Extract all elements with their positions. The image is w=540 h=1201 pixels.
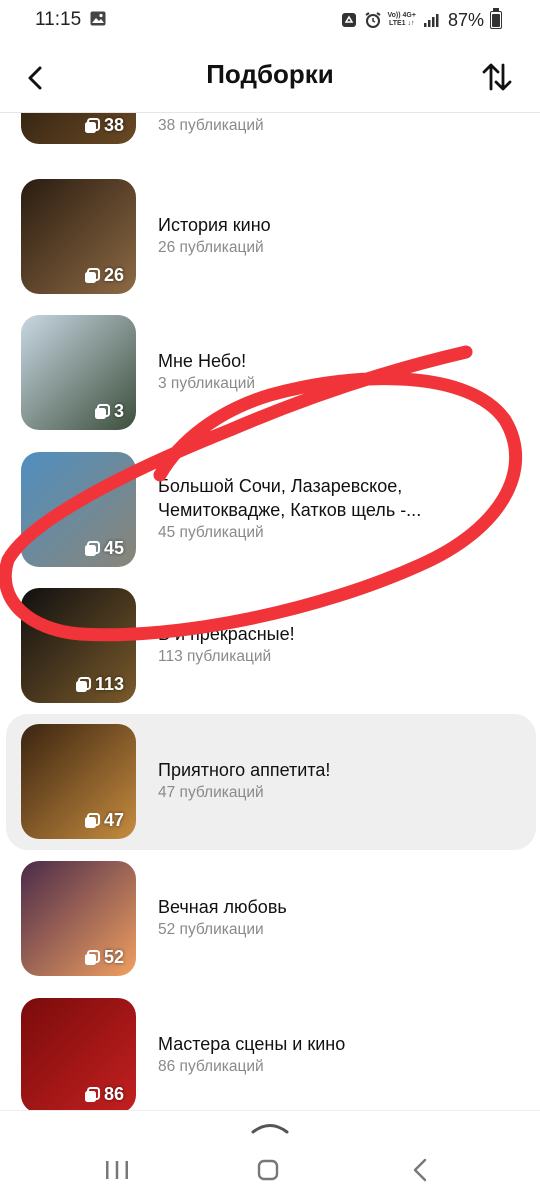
- stacked-posts-icon: [84, 117, 100, 133]
- page-title: Подборки: [206, 59, 334, 89]
- battery-icon: [490, 8, 502, 29]
- collection-thumbnail: 38: [21, 113, 136, 144]
- collection-item[interactable]: 86 Мастера сцены и кино 86 публикаций: [6, 998, 536, 1110]
- battery-percent: 87%: [447, 9, 484, 30]
- publication-count-badge: 3: [93, 401, 124, 422]
- stacked-posts-icon: [84, 949, 100, 965]
- collection-item[interactable]: 52 Вечная любовь 52 публикации: [6, 861, 536, 989]
- status-time: 11:15: [35, 9, 82, 30]
- stacked-posts-icon: [75, 676, 91, 692]
- bottom-navigation-area: [0, 1110, 540, 1201]
- stacked-posts-icon: [84, 812, 100, 828]
- publication-count-badge: 86: [83, 1084, 124, 1105]
- publication-count: 86: [103, 1084, 124, 1104]
- publication-count: 52: [103, 947, 124, 967]
- collection-count-text: 45 публикаций: [158, 524, 264, 541]
- collection-item[interactable]: 45 Большой Сочи, Лазаревское, Чемитоквад…: [6, 452, 536, 580]
- collection-thumbnail: 52: [21, 861, 136, 976]
- collection-count-text: 3 публикаций: [158, 375, 256, 392]
- gallery-notification-icon: [90, 11, 106, 26]
- top-app-bar: Подборки: [0, 44, 540, 113]
- collection-name: Большой Сочи, Лазаревское, Чемитоквадже,…: [158, 476, 422, 520]
- collection-thumbnail: 45: [21, 452, 136, 567]
- collection-item[interactable]: 26 История кино 26 публикаций: [6, 179, 536, 307]
- collection-count-text: 52 публикации: [158, 921, 264, 938]
- stacked-posts-icon: [84, 267, 100, 283]
- collections-list[interactable]: 38 38 публикаций 26 История кино 26 публ…: [0, 113, 540, 1110]
- collection-name: В и прекрасные!: [158, 624, 295, 644]
- collection-count-text: 26 публикаций: [158, 239, 264, 256]
- recycle-icon: [341, 13, 356, 27]
- collection-name: История кино: [158, 215, 271, 235]
- publication-count-badge: 52: [83, 947, 124, 968]
- collection-thumbnail: 113: [21, 588, 136, 703]
- publication-count: 45: [103, 538, 124, 558]
- collection-item[interactable]: 113 В и прекрасные! 113 публикаций: [6, 588, 536, 716]
- publication-count-badge: 47: [83, 810, 124, 831]
- collection-name: Мастера сцены и кино: [158, 1034, 346, 1054]
- home-icon[interactable]: [256, 1158, 280, 1182]
- collection-thumbnail: 26: [21, 179, 136, 294]
- publication-count: 3: [113, 401, 124, 421]
- collection-count-text: 38 публикаций: [158, 117, 264, 134]
- collection-thumbnail: 86: [21, 998, 136, 1110]
- publication-count: 26: [103, 265, 124, 285]
- collection-count-text: 86 публикаций: [158, 1058, 264, 1075]
- collection-name: Вечная любовь: [158, 897, 287, 917]
- expand-up-chevron-icon[interactable]: [250, 1119, 290, 1135]
- collection-count-text: 113 публикаций: [158, 648, 272, 665]
- publication-count: 38: [103, 115, 124, 135]
- collection-item[interactable]: 38 38 публикаций: [6, 113, 536, 157]
- collection-name: Мне Небо!: [158, 351, 247, 371]
- publication-count-badge: 38: [83, 115, 124, 136]
- publication-count-badge: 113: [74, 674, 124, 695]
- collection-item[interactable]: 47 Приятного аппетита! 47 публикаций: [6, 714, 536, 850]
- publication-count-badge: 26: [83, 265, 124, 286]
- publication-count-badge: 45: [83, 538, 124, 559]
- status-bar: 11:15 Vo)) 4G+ LTE1 ↓↑ 87%: [0, 0, 540, 40]
- network-indicator: Vo)) 4G+ LTE1 ↓↑: [387, 12, 416, 27]
- collection-count-text: 47 публикаций: [158, 784, 264, 801]
- sort-arrows-icon[interactable]: [480, 60, 514, 94]
- nav-back-icon[interactable]: [410, 1157, 430, 1183]
- collection-item[interactable]: 3 Мне Небо! 3 публикаций: [6, 315, 536, 443]
- publication-count: 113: [94, 674, 124, 694]
- stacked-posts-icon: [94, 403, 110, 419]
- recent-apps-icon[interactable]: [104, 1158, 130, 1182]
- stacked-posts-icon: [84, 1086, 100, 1102]
- signal-icon: [423, 14, 439, 27]
- collection-thumbnail: 47: [21, 724, 136, 839]
- alarm-icon: [364, 12, 381, 28]
- collection-thumbnail: 3: [21, 315, 136, 430]
- publication-count: 47: [103, 810, 124, 830]
- collection-name: Приятного аппетита!: [158, 760, 331, 780]
- status-right-group: Vo)) 4G+ LTE1 ↓↑ 87%: [340, 8, 502, 30]
- stacked-posts-icon: [84, 540, 100, 556]
